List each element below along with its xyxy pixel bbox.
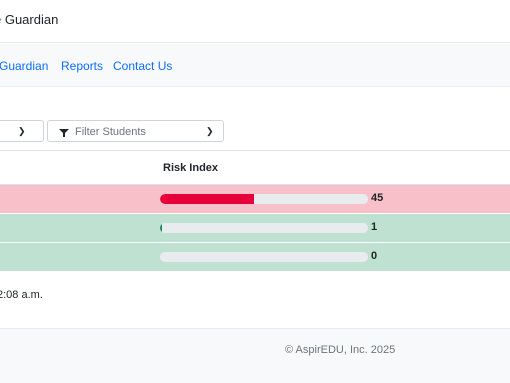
risk-bar	[160, 194, 368, 204]
filters-row: ❯ Filter Students ❯	[0, 120, 510, 144]
chevron-down-icon: ❯	[206, 126, 214, 136]
chevron-down-icon: ❯	[18, 126, 26, 136]
nav-link-contact-us[interactable]: Contact Us	[113, 59, 172, 73]
risk-index-header[interactable]: Risk Index	[162, 150, 510, 185]
last-updated-text: 2:08 a.m.	[0, 289, 43, 301]
risk-index-value: 0	[371, 250, 378, 262]
risk-index-value: 45	[371, 192, 384, 204]
top-bar: e Guardian	[0, 0, 510, 43]
nav-link-guardian[interactable]: Guardian	[0, 59, 48, 73]
risk-table: Risk Index 45 1 0	[0, 150, 510, 272]
table-row[interactable]: 45	[0, 184, 510, 214]
risk-index-value: 1	[371, 221, 378, 233]
copyright-text: © AspirEDU, Inc. 2025	[285, 344, 396, 356]
app-title: e Guardian	[0, 12, 59, 27]
footer: © AspirEDU, Inc. 2025	[0, 328, 510, 383]
filter-students-label: Filter Students	[75, 126, 146, 138]
risk-bar	[160, 252, 368, 262]
filter-select[interactable]: ❯	[0, 120, 44, 142]
risk-bar-fill	[160, 194, 254, 204]
table-row[interactable]: 0	[0, 242, 510, 272]
nav-link-reports[interactable]: Reports	[61, 59, 103, 73]
table-row[interactable]: 1	[0, 213, 510, 243]
nav-bar: Guardian Reports Contact Us	[0, 44, 510, 87]
risk-bar-fill	[160, 223, 163, 233]
risk-bar	[160, 223, 368, 233]
filter-students-select[interactable]: Filter Students ❯	[47, 120, 224, 142]
